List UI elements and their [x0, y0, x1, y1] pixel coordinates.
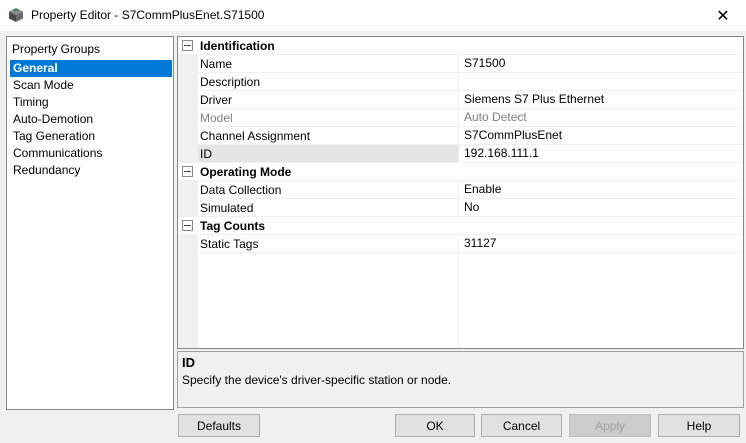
- property-label: Driver: [200, 93, 232, 107]
- row-gutter: [178, 55, 198, 72]
- help-button[interactable]: Help: [658, 414, 740, 437]
- row-gutter: [178, 199, 198, 216]
- property-row-id[interactable]: ID 192.168.111.1: [178, 145, 743, 163]
- property-value[interactable]: S7CommPlusEnet: [458, 127, 743, 144]
- property-row-name[interactable]: Name S71500: [178, 55, 743, 73]
- category-title: Tag Counts: [200, 219, 266, 233]
- selected-name-cell: [198, 145, 458, 162]
- grid-column-divider: [458, 241, 459, 348]
- title-bar: Property Editor - S7CommPlusEnet.S71500 …: [0, 0, 746, 32]
- row-gutter: [178, 127, 198, 144]
- description-box: ID Specify the device's driver-specific …: [177, 351, 744, 408]
- description-text: Specify the device's driver-specific sta…: [182, 373, 452, 387]
- property-label: Model: [200, 111, 233, 125]
- row-gutter: [178, 73, 198, 90]
- property-label: Channel Assignment: [200, 129, 311, 143]
- property-value[interactable]: 192.168.111.1: [458, 145, 743, 162]
- property-row-static-tags[interactable]: Static Tags 31127: [178, 235, 743, 253]
- grid-gutter-fill: [178, 241, 198, 348]
- property-value[interactable]: No: [458, 199, 743, 216]
- property-row-driver[interactable]: Driver Siemens S7 Plus Ethernet: [178, 91, 743, 109]
- row-gutter: [178, 91, 198, 108]
- group-item-auto-demotion[interactable]: Auto-Demotion: [10, 111, 172, 128]
- group-item-tag-generation[interactable]: Tag Generation: [10, 128, 172, 145]
- row-gutter: [178, 145, 198, 162]
- property-row-model[interactable]: Model Auto Detect: [178, 109, 743, 127]
- app-icon: [8, 7, 24, 23]
- property-groups-list: General Scan Mode Timing Auto-Demotion T…: [10, 60, 172, 179]
- row-gutter: [178, 109, 198, 126]
- group-item-timing[interactable]: Timing: [10, 94, 172, 111]
- property-grid: Identification Name S71500 Description D…: [177, 36, 744, 349]
- description-title: ID: [182, 355, 195, 370]
- group-item-communications[interactable]: Communications: [10, 145, 172, 162]
- property-label: Static Tags: [200, 237, 259, 251]
- close-button[interactable]: ✕: [700, 0, 746, 31]
- property-row-data-collection[interactable]: Data Collection Enable: [178, 181, 743, 199]
- collapse-icon[interactable]: [182, 166, 193, 177]
- property-row-channel-assignment[interactable]: Channel Assignment S7CommPlusEnet: [178, 127, 743, 145]
- property-value[interactable]: [458, 73, 743, 90]
- category-title: Identification: [200, 39, 275, 53]
- property-value[interactable]: 31127: [458, 235, 743, 252]
- property-value[interactable]: Siemens S7 Plus Ethernet: [458, 91, 743, 108]
- category-identification: Identification: [178, 37, 743, 55]
- collapse-icon[interactable]: [182, 40, 193, 51]
- collapse-icon[interactable]: [182, 220, 193, 231]
- category-title: Operating Mode: [200, 165, 292, 179]
- ok-button[interactable]: OK: [395, 414, 475, 437]
- property-label: ID: [200, 147, 212, 161]
- property-value[interactable]: S71500: [458, 55, 743, 72]
- apply-button[interactable]: Apply: [569, 414, 651, 437]
- property-value[interactable]: Auto Detect: [458, 109, 743, 126]
- property-value[interactable]: Enable: [458, 181, 743, 198]
- property-groups-panel: Property Groups General Scan Mode Timing…: [6, 36, 174, 410]
- defaults-button[interactable]: Defaults: [178, 414, 260, 437]
- property-label: Simulated: [200, 201, 254, 215]
- close-icon: ✕: [716, 7, 730, 25]
- category-operating-mode: Operating Mode: [178, 163, 743, 181]
- group-item-redundancy[interactable]: Redundancy: [10, 162, 172, 179]
- property-label: Name: [200, 57, 233, 71]
- property-label: Description: [200, 75, 261, 89]
- category-tag-counts: Tag Counts: [178, 217, 743, 235]
- property-row-simulated[interactable]: Simulated No: [178, 199, 743, 217]
- window-title: Property Editor - S7CommPlusEnet.S71500: [31, 8, 265, 22]
- property-row-description[interactable]: Description: [178, 73, 743, 91]
- group-item-general[interactable]: General: [10, 60, 172, 77]
- cancel-button[interactable]: Cancel: [481, 414, 562, 437]
- property-label: Data Collection: [200, 183, 282, 197]
- dialog-body: Property Groups General Scan Mode Timing…: [0, 31, 746, 443]
- row-gutter: [178, 181, 198, 198]
- property-groups-header: Property Groups: [12, 42, 101, 56]
- group-item-scan-mode[interactable]: Scan Mode: [10, 77, 172, 94]
